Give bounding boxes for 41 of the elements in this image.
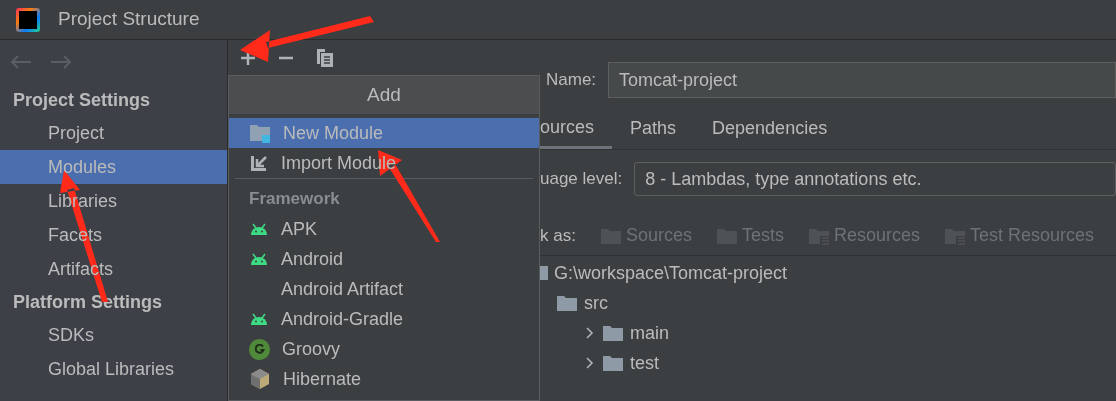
field-label: Name: — [546, 69, 597, 92]
menu-group-heading: Framework — [248, 188, 341, 211]
menu-item[interactable]: Android Artifact — [229, 274, 539, 304]
tree-item[interactable]: src — [584, 289, 608, 317]
section-heading: Platform Settings — [12, 290, 164, 314]
menu-item[interactable]: APK — [229, 214, 539, 244]
mark-as-label: k as: — [540, 224, 576, 247]
folder-icon — [556, 294, 578, 312]
window-title: Project Structure — [58, 7, 200, 32]
field-label: uage level: — [540, 168, 623, 191]
folder-icon — [602, 354, 624, 372]
tree-item[interactable]: G:\workspace\Tomcat-project — [554, 259, 788, 287]
sidebar-item[interactable]: Project — [0, 116, 227, 150]
popup-title: Add — [229, 76, 539, 114]
import-arrow-icon — [249, 153, 269, 173]
tree-item[interactable]: main — [630, 319, 669, 347]
sidebar-item[interactable]: Global Libraries — [0, 352, 227, 386]
android-icon — [249, 252, 269, 266]
copy-icon[interactable] — [316, 47, 334, 68]
chevron-icon[interactable] — [584, 356, 596, 370]
chevron-icon[interactable] — [584, 326, 596, 340]
tab[interactable]: Paths — [612, 108, 695, 149]
menu-item[interactable]: Android — [229, 244, 539, 274]
app-logo-icon — [16, 7, 40, 32]
folder-icon — [540, 266, 548, 280]
tree-item[interactable]: test — [630, 349, 659, 377]
name-field[interactable]: Tomcat-project — [608, 62, 1116, 98]
menu-item[interactable]: Android-Gradle — [229, 304, 539, 334]
sidebar-item[interactable]: SDKs — [0, 318, 227, 352]
language-level-dropdown[interactable]: 8 - Lambdas, type annotations etc. — [634, 162, 1116, 196]
tab[interactable]: ources — [540, 108, 613, 149]
android-icon — [249, 222, 269, 236]
android-icon — [249, 312, 269, 326]
tab[interactable]: Dependencies — [694, 108, 846, 149]
groovy-icon — [249, 338, 270, 360]
section-heading: Project Settings — [12, 88, 152, 112]
menu-item[interactable]: Hibernate — [229, 364, 539, 394]
folder-icon — [602, 324, 624, 342]
menu-item[interactable]: Groovy — [229, 334, 539, 364]
folder-module-icon — [249, 123, 271, 143]
cube-icon — [249, 368, 271, 390]
